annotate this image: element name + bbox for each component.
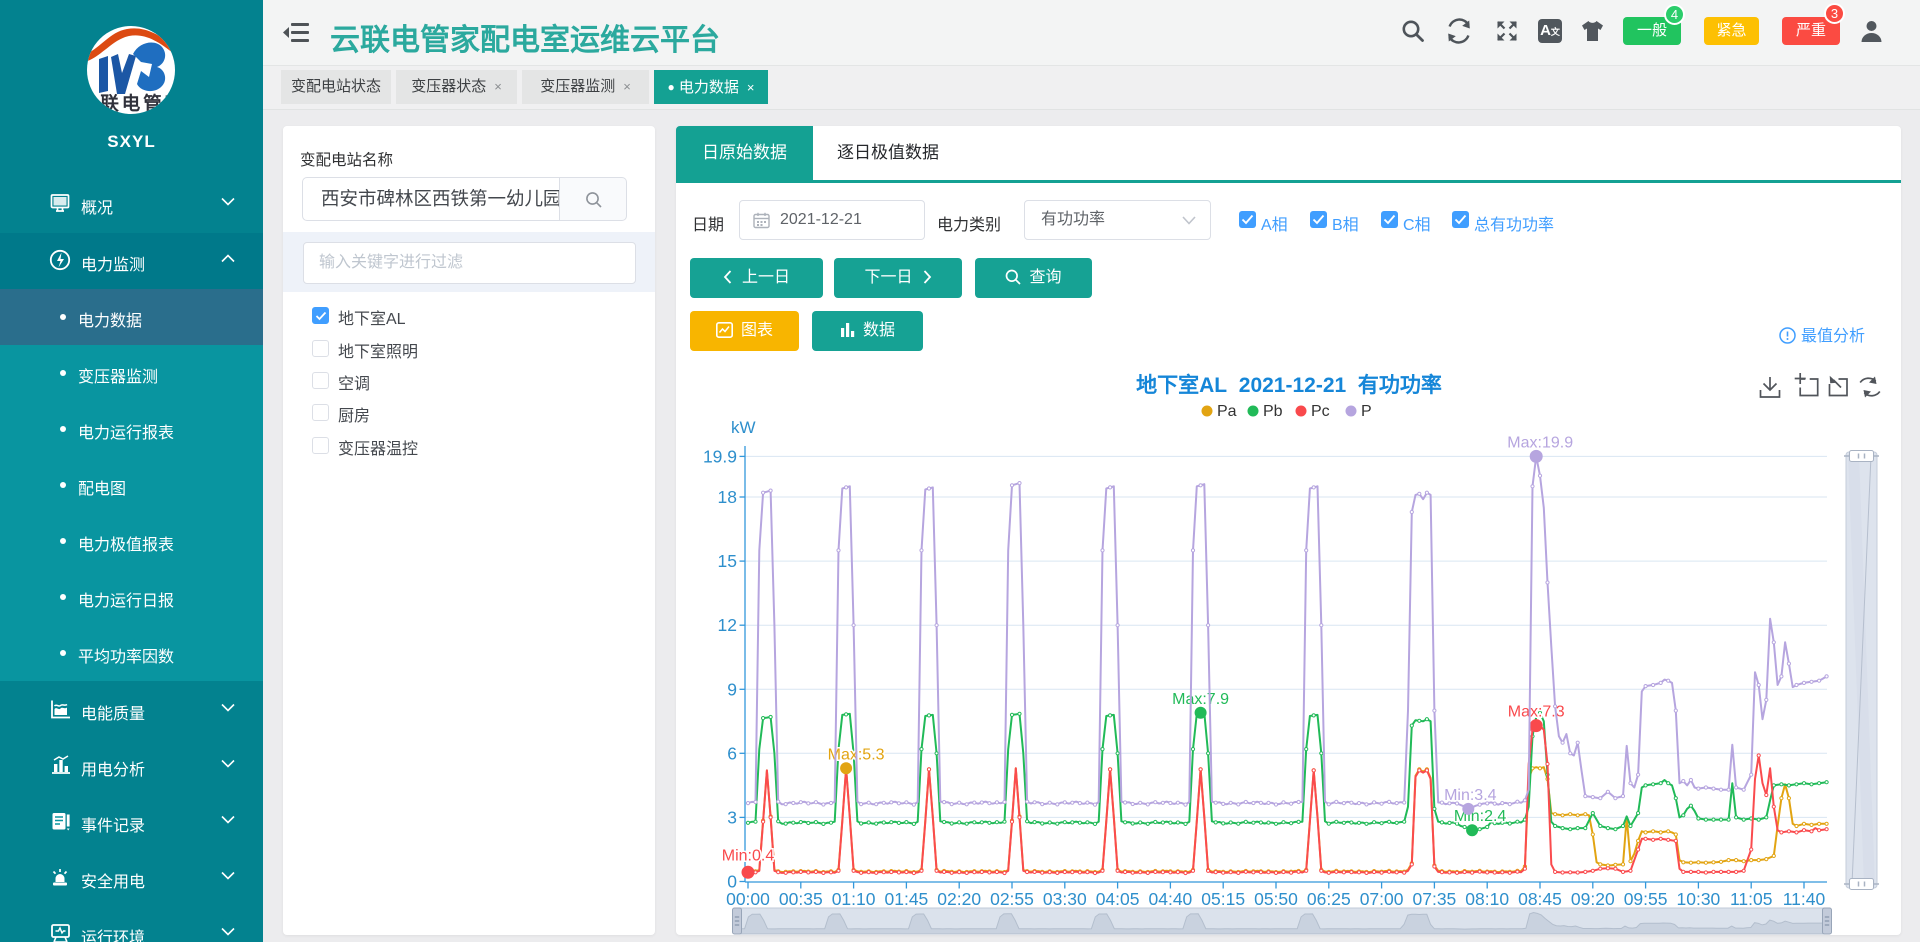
svg-text:01:45: 01:45 (885, 889, 929, 909)
svg-text:Max:19.9: Max:19.9 (1507, 434, 1573, 451)
svg-text:11:40: 11:40 (1783, 889, 1826, 909)
svg-text:10:30: 10:30 (1677, 889, 1721, 909)
svg-text:Pa: Pa (1217, 403, 1237, 420)
svg-text:P: P (1361, 403, 1372, 420)
svg-text:15: 15 (718, 551, 737, 571)
svg-text:05:50: 05:50 (1254, 889, 1298, 909)
svg-text:Pc: Pc (1311, 403, 1330, 420)
svg-text:08:45: 08:45 (1518, 889, 1562, 909)
svg-text:19.9: 19.9 (703, 446, 737, 466)
svg-text:18: 18 (718, 487, 737, 507)
svg-text:11:05: 11:05 (1730, 889, 1773, 909)
svg-text:Min:2.4: Min:2.4 (1454, 808, 1507, 825)
svg-text:09:55: 09:55 (1624, 889, 1668, 909)
svg-text:06:25: 06:25 (1307, 889, 1351, 909)
svg-text:05:15: 05:15 (1201, 889, 1245, 909)
svg-text:3: 3 (727, 807, 737, 827)
svg-text:09:20: 09:20 (1571, 889, 1615, 909)
svg-text:07:00: 07:00 (1360, 889, 1404, 909)
svg-text:00:35: 00:35 (779, 889, 823, 909)
svg-text:02:20: 02:20 (937, 889, 981, 909)
svg-text:6: 6 (727, 743, 737, 763)
svg-text:9: 9 (727, 679, 737, 699)
svg-text:02:55: 02:55 (990, 889, 1034, 909)
svg-text:Min:3.4: Min:3.4 (1444, 787, 1497, 804)
svg-text:Min:0.4: Min:0.4 (722, 847, 775, 864)
svg-text:12: 12 (718, 615, 737, 635)
svg-text:03:30: 03:30 (1043, 889, 1087, 909)
svg-text:08:10: 08:10 (1465, 889, 1509, 909)
svg-text:Pb: Pb (1263, 403, 1283, 420)
svg-text:07:35: 07:35 (1413, 889, 1457, 909)
svg-text:云联电管家: 云联电管家 (87, 93, 175, 114)
svg-text:04:40: 04:40 (1149, 889, 1193, 909)
svg-text:Max:7.9: Max:7.9 (1172, 691, 1229, 708)
svg-text:00:00: 00:00 (726, 889, 770, 909)
svg-text:kW: kW (731, 418, 756, 437)
svg-text:地下室AL 2021-12-21 有功功率: 地下室AL 2021-12-21 有功功率 (1136, 373, 1442, 397)
svg-text:04:05: 04:05 (1096, 889, 1140, 909)
svg-text:01:10: 01:10 (832, 889, 876, 909)
